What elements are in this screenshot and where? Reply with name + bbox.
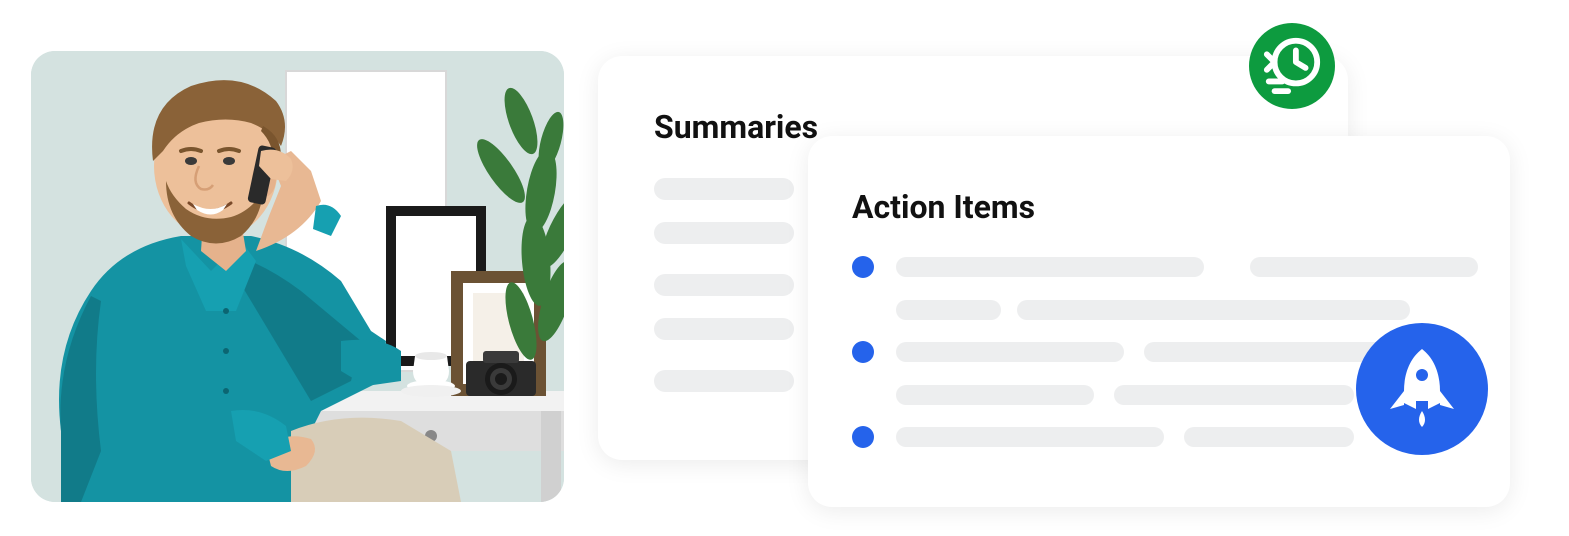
skeleton-line — [1250, 257, 1478, 277]
skeleton-line — [1184, 427, 1354, 447]
skeleton-line — [896, 257, 1204, 277]
skeleton-line — [896, 300, 1001, 320]
bullet-dot — [852, 341, 874, 363]
skeleton-line — [654, 370, 794, 392]
bullet-dot — [852, 426, 874, 448]
skeleton-line — [654, 178, 794, 200]
skeleton-line — [896, 342, 1124, 362]
skeleton-line — [654, 222, 794, 244]
skeleton-line — [1114, 385, 1354, 405]
bullet-dot — [852, 256, 874, 278]
action-items-title: Action Items — [852, 188, 1466, 226]
history-clock-icon — [1261, 33, 1323, 99]
skeleton-line — [896, 385, 1094, 405]
skeleton-line — [896, 427, 1164, 447]
profile-photo — [31, 51, 564, 502]
skeleton-line — [654, 274, 794, 296]
skeleton-line — [1017, 300, 1410, 320]
skeleton-line — [654, 318, 794, 340]
history-badge — [1249, 23, 1335, 109]
rocket-badge — [1356, 323, 1488, 455]
rocket-icon — [1386, 347, 1458, 431]
